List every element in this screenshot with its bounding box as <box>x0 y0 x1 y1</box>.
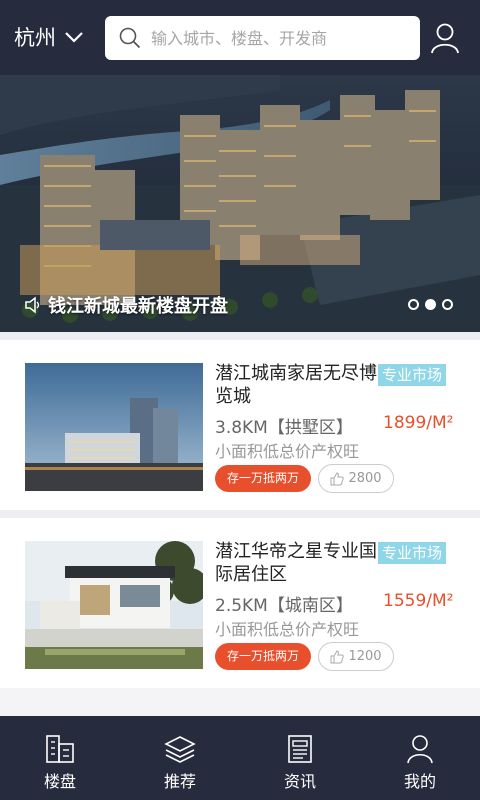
bottom-tab-bar: 楼盘 推荐 资讯 我的 <box>0 716 480 800</box>
listing-price: 1899/M² <box>383 413 454 433</box>
like-button[interactable]: 1200 <box>318 642 394 671</box>
building-icon <box>46 735 74 763</box>
tab-label: 我的 <box>403 772 436 791</box>
like-count: 2800 <box>348 471 382 486</box>
search-input[interactable] <box>151 28 401 48</box>
listing-thumbnail <box>25 541 203 669</box>
user-icon[interactable] <box>430 22 460 54</box>
search-box[interactable] <box>105 16 420 60</box>
listing-card[interactable]: 潜江华帝之星专业国际居住区 专业市场 2.5KM【城南区】 1559/M² 小面… <box>0 518 480 688</box>
top-header: 杭州 <box>0 0 480 75</box>
like-count: 1200 <box>348 649 382 664</box>
divider <box>0 688 480 716</box>
promo-button[interactable]: 存一万抵两万 <box>215 465 311 492</box>
speaker-icon <box>25 296 40 314</box>
search-icon <box>119 27 141 49</box>
tab-recommend[interactable]: 推荐 <box>120 716 240 800</box>
thumbs-up-icon <box>330 649 345 663</box>
carousel-dot[interactable] <box>442 299 453 310</box>
city-label: 杭州 <box>14 26 56 50</box>
tab-buildings[interactable]: 楼盘 <box>0 716 120 800</box>
carousel-dot-active[interactable] <box>425 299 436 310</box>
category-tag: 专业市场 <box>378 364 447 386</box>
person-icon <box>407 735 433 764</box>
promo-button[interactable]: 存一万抵两万 <box>215 643 311 670</box>
listing-description: 小面积低总价产权旺 <box>215 442 360 461</box>
divider <box>0 332 480 340</box>
banner-caption[interactable]: 钱江新城最新楼盘开盘 <box>24 292 228 318</box>
thumbs-up-icon <box>330 471 345 485</box>
carousel-indicator[interactable] <box>408 299 453 310</box>
listing-title: 潜江城南家居无尽博览城 <box>215 363 377 407</box>
listing-description: 小面积低总价产权旺 <box>215 620 360 639</box>
listing-distance: 2.5KM【城南区】 <box>215 596 353 616</box>
listing-thumbnail <box>25 363 203 491</box>
carousel-dot[interactable] <box>408 299 419 310</box>
tab-news[interactable]: 资讯 <box>240 716 360 800</box>
banner-caption-text: 钱江新城最新楼盘开盘 <box>48 296 228 317</box>
listing-price: 1559/M² <box>383 591 454 611</box>
layers-icon <box>164 736 196 763</box>
listing-distance: 3.8KM【拱墅区】 <box>215 418 353 438</box>
category-tag: 专业市场 <box>378 542 447 564</box>
tab-label: 资讯 <box>283 772 316 791</box>
like-button[interactable]: 2800 <box>318 464 394 493</box>
tab-label: 推荐 <box>163 772 196 791</box>
tab-mine[interactable]: 我的 <box>360 716 480 800</box>
listing-title: 潜江华帝之星专业国际居住区 <box>215 541 377 585</box>
divider <box>0 510 480 518</box>
tab-label: 楼盘 <box>43 772 76 791</box>
listing-card[interactable]: 潜江城南家居无尽博览城 专业市场 3.8KM【拱墅区】 1899/M² 小面积低… <box>0 340 480 510</box>
chevron-down-icon <box>65 32 83 43</box>
city-selector[interactable]: 杭州 <box>14 22 84 52</box>
news-icon <box>288 735 312 763</box>
